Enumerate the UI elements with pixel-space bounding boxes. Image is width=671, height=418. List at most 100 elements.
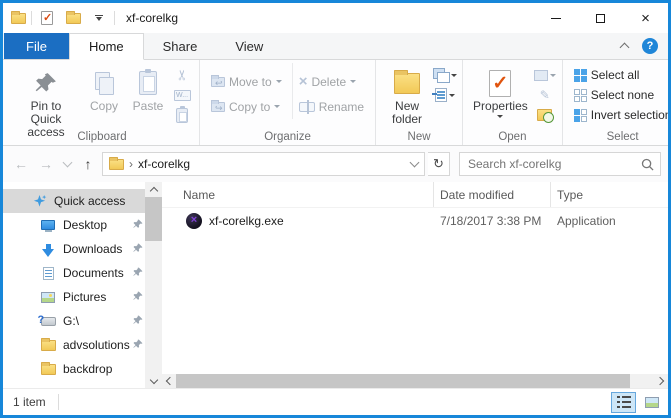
sidebar-item-desktop[interactable]: Desktop (3, 213, 145, 237)
invert-selection-icon (574, 109, 587, 122)
new-mini-column (433, 63, 457, 104)
scroll-up-button[interactable] (145, 182, 162, 197)
sidebar-item-quick-access[interactable]: Quick access (3, 189, 145, 213)
forward-icon: → (39, 156, 53, 172)
scrollbar-thumb[interactable] (145, 197, 162, 241)
back-button[interactable]: ← (10, 152, 32, 176)
address-toolbar: ← → ↑ › xf-corelkg ↻ (3, 146, 668, 182)
recent-locations-button[interactable] (60, 152, 74, 176)
titlebar-separator (31, 11, 32, 25)
search-box[interactable] (459, 152, 661, 176)
file-list: Name Date modified Type × xf-corelkg.exe… (162, 182, 668, 388)
qat-properties-button[interactable]: ✓ (37, 8, 57, 28)
history-button[interactable] (533, 106, 557, 124)
up-button[interactable]: ↑ (77, 152, 99, 176)
new-item-button[interactable] (433, 66, 457, 84)
horizontal-scrollbar[interactable] (162, 374, 668, 388)
new-folder-icon (394, 73, 420, 94)
sidebar-item-label: backdrop (63, 362, 112, 376)
sidebar-item-downloads[interactable]: Downloads (3, 237, 145, 261)
sidebar-item-g-drive[interactable]: ? G:\ (3, 309, 145, 333)
sidebar-scrollbar[interactable] (145, 182, 162, 388)
window-title: xf-corelkg (126, 11, 178, 25)
delete-dropdown-icon (350, 80, 356, 83)
sidebar-item-advsolutions[interactable]: advsolutions (3, 333, 145, 357)
move-to-button[interactable]: ↩ Move to (205, 69, 288, 94)
sidebar-item-backdrop[interactable]: backdrop (3, 357, 145, 381)
select-all-button[interactable]: Select all (568, 65, 671, 85)
chevron-right-icon (656, 377, 664, 385)
copy-path-button[interactable]: W... (170, 86, 194, 104)
file-name: xf-corelkg.exe (209, 214, 284, 228)
address-bar[interactable]: › xf-corelkg (102, 152, 425, 176)
file-row[interactable]: × xf-corelkg.exe 7/18/2017 3:38 PM Appli… (162, 208, 668, 233)
scroll-left-button[interactable] (162, 374, 176, 388)
select-none-button[interactable]: Select none (568, 85, 671, 105)
refresh-button[interactable]: ↻ (428, 152, 450, 176)
scrollbar-thumb[interactable] (176, 374, 630, 388)
large-icons-view-button[interactable] (639, 392, 664, 413)
properties-label: Properties (473, 100, 528, 113)
clipboard-mini-column: ✂ W... (170, 63, 194, 124)
sidebar-item-pictures[interactable]: Pictures (3, 285, 145, 309)
properties-icon: ✓ (489, 70, 511, 97)
sidebar-item-label: Pictures (63, 290, 106, 304)
tab-file[interactable]: File (4, 33, 69, 59)
pin-to-quick-access-button[interactable]: Pin to Quick access (10, 63, 82, 139)
details-view-button[interactable] (611, 392, 636, 413)
select-none-label: Select none (591, 88, 654, 102)
forward-button[interactable]: → (35, 152, 57, 176)
copy-icon (95, 72, 113, 94)
copy-button[interactable]: Copy (82, 63, 126, 113)
address-dropdown-icon[interactable] (410, 158, 420, 168)
paste-shortcut-button[interactable] (170, 106, 194, 124)
maximize-button[interactable] (578, 3, 623, 33)
paste-label: Paste (133, 100, 164, 113)
cut-button[interactable]: ✂ (170, 66, 194, 84)
edit-button[interactable]: ✎ (533, 86, 557, 104)
rename-button[interactable]: Rename (293, 94, 370, 119)
column-header-date-modified[interactable]: Date modified (434, 182, 551, 207)
easy-access-button[interactable] (433, 86, 457, 104)
desktop-icon (39, 220, 57, 230)
tab-view[interactable]: View (216, 33, 282, 59)
edit-icon: ✎ (540, 88, 550, 102)
collapse-ribbon-icon[interactable] (620, 43, 630, 53)
invert-selection-button[interactable]: Invert selection (568, 105, 671, 125)
close-button[interactable]: × (623, 3, 668, 33)
ribbon-group-clipboard: Pin to Quick access Copy Paste ✂ W... Cl… (5, 60, 200, 145)
ribbon-tabs: File Home Share View ? (3, 33, 668, 60)
large-icons-view-icon (645, 397, 659, 408)
sidebar-item-label: advsolutions (63, 338, 130, 352)
scroll-right-button[interactable] (654, 374, 668, 388)
pin-icon (133, 242, 143, 256)
cut-icon: ✂ (175, 69, 189, 81)
minimize-button[interactable] (533, 3, 578, 33)
column-header-name[interactable]: Name (162, 182, 434, 207)
qat-new-folder-button[interactable] (63, 8, 83, 28)
pictures-icon (39, 292, 57, 303)
breadcrumb[interactable]: xf-corelkg (138, 157, 190, 171)
maximize-icon (596, 14, 605, 23)
new-folder-button[interactable]: New folder (381, 63, 433, 126)
column-header-type[interactable]: Type (551, 182, 668, 207)
paste-button[interactable]: Paste (126, 63, 170, 113)
folder-icon (39, 364, 57, 375)
paste-icon (139, 71, 157, 95)
pin-icon (133, 218, 143, 232)
delete-button[interactable]: × Delete (293, 69, 370, 94)
main-area: Quick access Desktop Downloads Documents… (3, 182, 668, 388)
search-input[interactable] (466, 156, 641, 172)
select-none-icon (574, 89, 587, 102)
pin-icon (133, 290, 143, 304)
help-icon[interactable]: ? (642, 38, 658, 54)
easy-access-icon (435, 88, 447, 102)
tab-share[interactable]: Share (144, 33, 217, 59)
sidebar-item-documents[interactable]: Documents (3, 261, 145, 285)
qat-customize-dropdown[interactable] (89, 8, 109, 28)
scroll-down-button[interactable] (145, 373, 162, 388)
open-button[interactable] (533, 66, 557, 84)
tab-home[interactable]: Home (69, 33, 144, 60)
properties-button[interactable]: ✓ Properties (468, 63, 533, 118)
copy-to-button[interactable]: ↪ Copy to (205, 94, 288, 119)
